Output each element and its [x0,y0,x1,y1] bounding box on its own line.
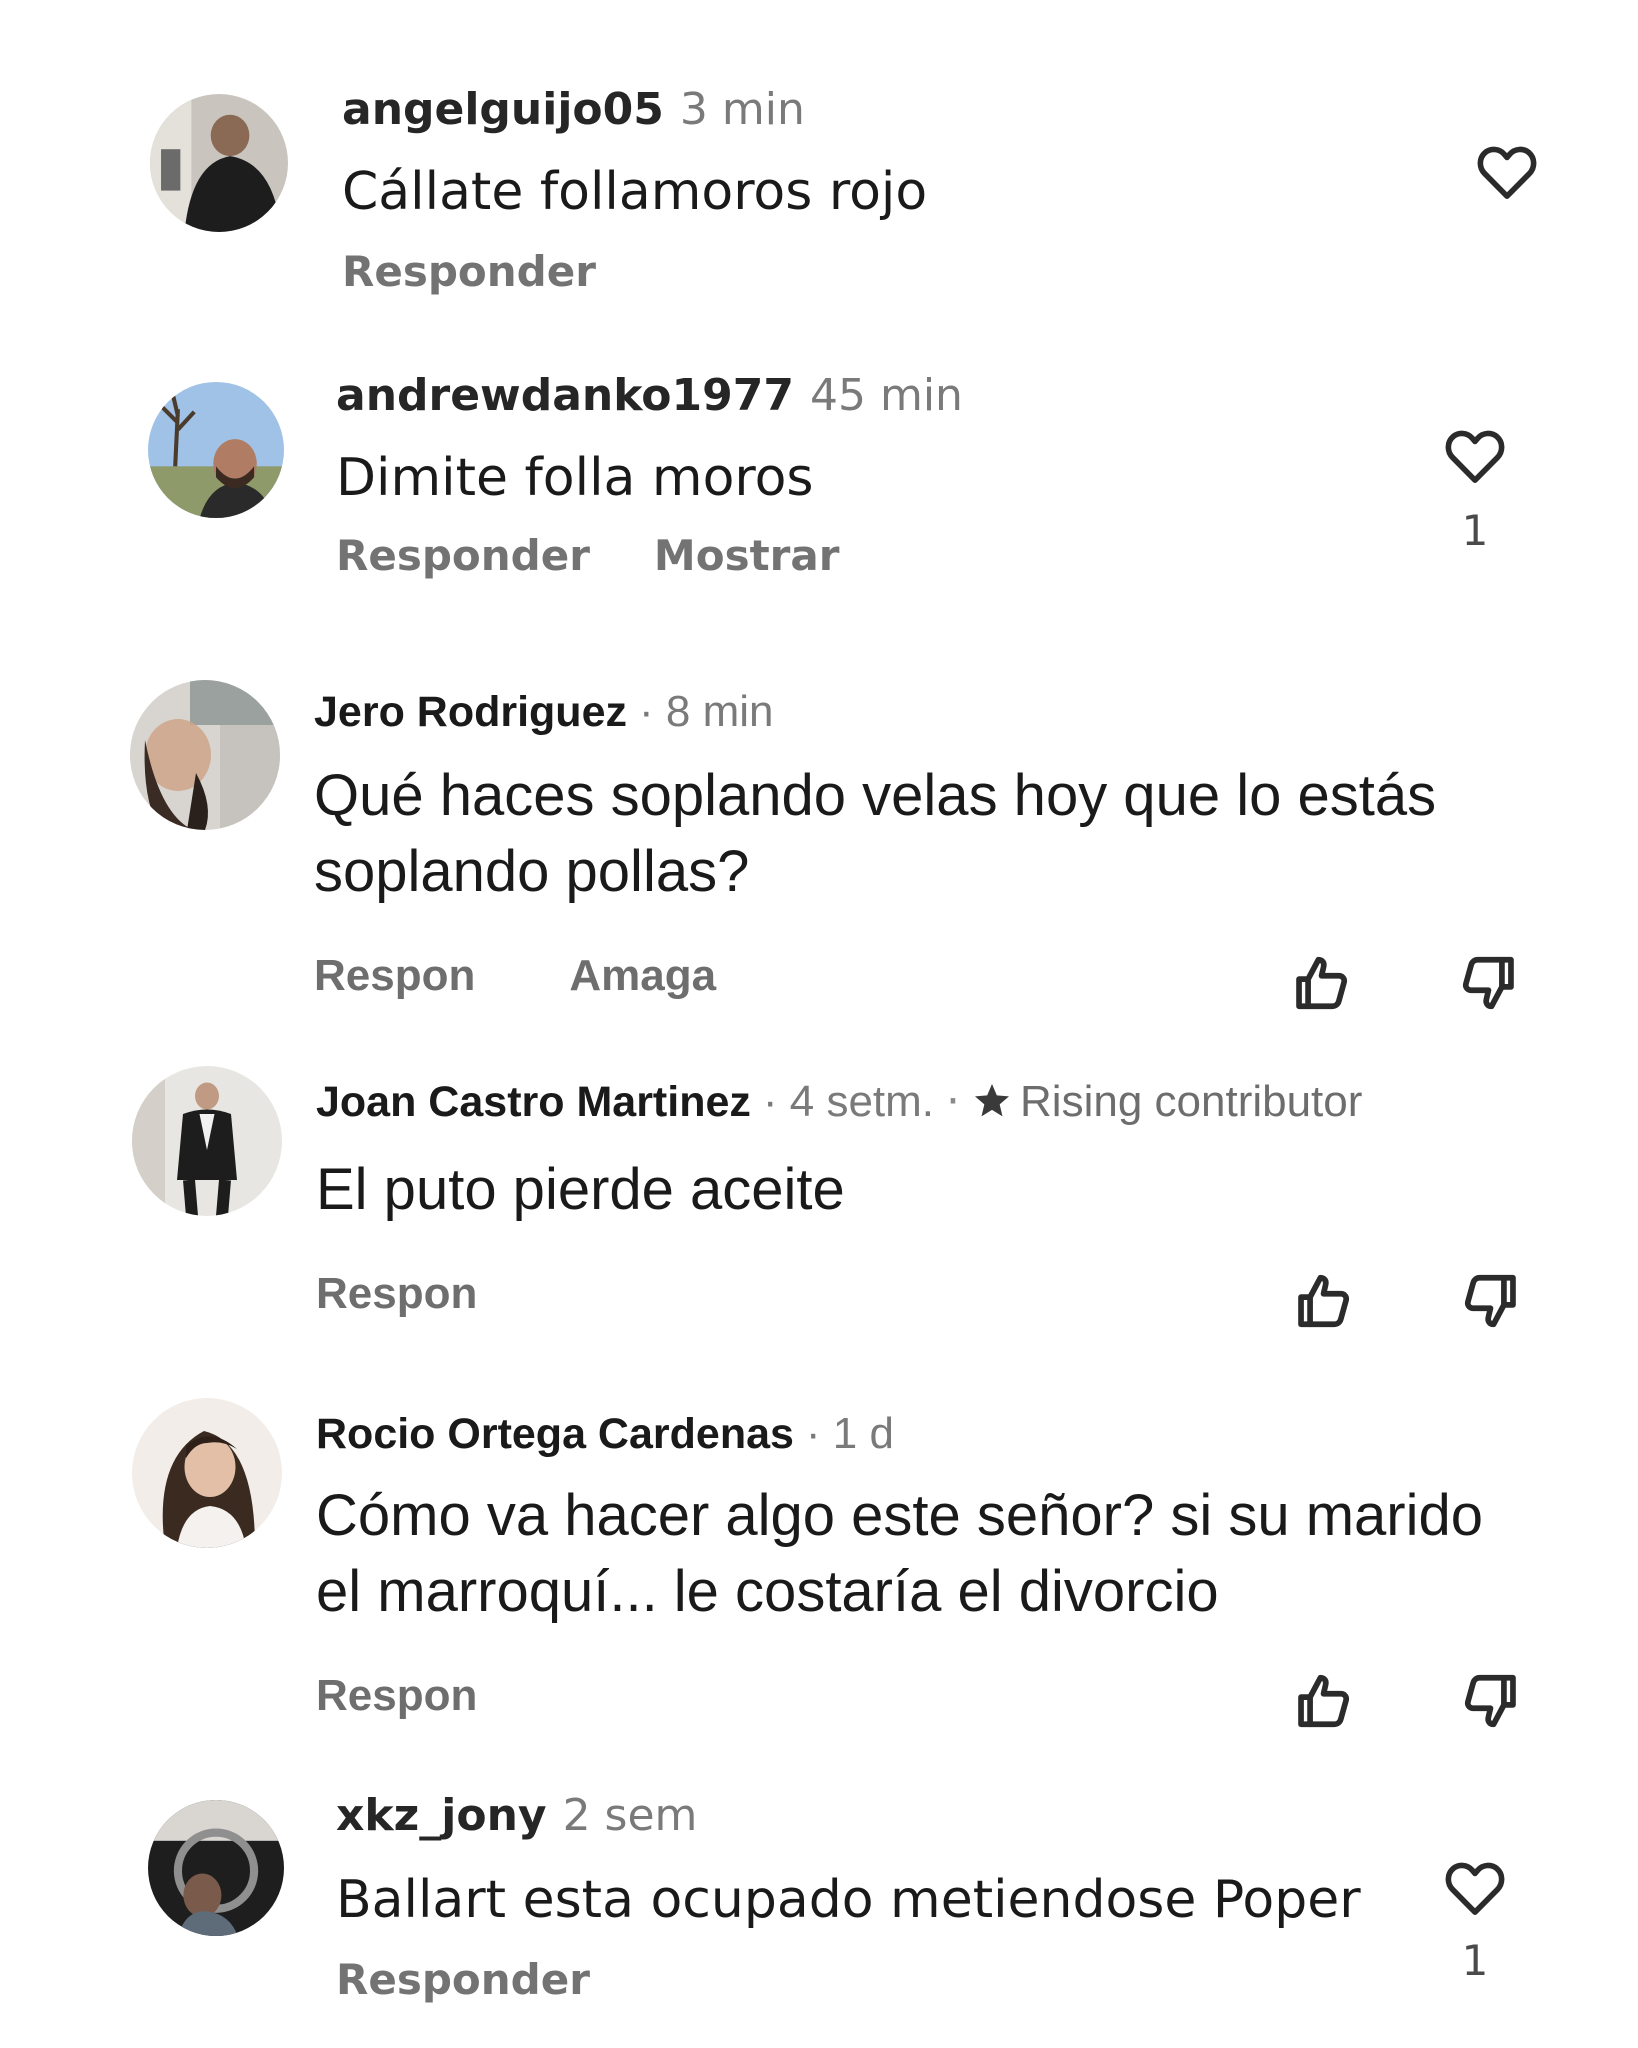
badge-label: Rising contributor [1020,1077,1363,1126]
thumbs-down-icon[interactable] [1460,1270,1522,1332]
heart-outline-icon[interactable] [1476,144,1538,200]
username[interactable]: Rocio Ortega Cardenas [316,1410,794,1458]
reply-button[interactable]: Responder [336,531,590,580]
avatar[interactable] [148,382,284,518]
heart-outline-icon[interactable] [1444,1860,1506,1916]
comment-text: Cómo va hacer algo este señor? si su mar… [316,1478,1483,1630]
timestamp: 45 min [809,370,963,421]
heart-outline-icon[interactable] [1444,428,1506,484]
comment-text: Ballart esta ocupado metiendose Poper [336,1862,1361,1938]
username[interactable]: Joan Castro Martinez [316,1078,751,1126]
comment-actions: Responder Mostrar [336,530,839,582]
comment-actions: Respon [316,1670,477,1722]
avatar[interactable] [132,1066,282,1216]
comment-header: Jero Rodriguez · 8 min [314,686,773,738]
reply-button[interactable]: Responder [336,1955,590,2004]
like-count: 1 [1461,1936,1489,1985]
comment-header: angelguijo05 3 min [342,84,805,136]
reply-button[interactable]: Respon [314,951,475,1000]
username[interactable]: xkz_jony [336,1790,547,1841]
comment-text-line: soplando pollas? [314,839,750,904]
comment-text-line: Ballart esta ocupado metiendose Poper [336,1870,1361,1930]
username[interactable]: angelguijo05 [342,84,664,135]
comment-actions: Respon Amaga [314,950,716,1002]
comment-actions: Responder [336,1954,590,2006]
thumbs-up-icon[interactable] [1292,1670,1354,1732]
avatar[interactable] [130,680,280,830]
comment-actions: Responder [342,246,596,298]
reply-button[interactable]: Respon [316,1269,477,1318]
thumbs-up-icon[interactable] [1290,952,1352,1014]
comment-actions: Respon [316,1268,477,1320]
comment-text: Cállate follamoros rojo [342,154,927,230]
avatar[interactable] [132,1398,282,1548]
thumbs-down-icon[interactable] [1458,952,1520,1014]
show-button[interactable]: Mostrar [654,531,840,580]
hide-button[interactable]: Amaga [569,951,716,1000]
comment-text: Qué haces soplando velas hoy que lo está… [314,758,1436,910]
timestamp: · 4 setm. [762,1077,935,1126]
comment-text-line: el marroquí... le costaría el divorcio [316,1559,1219,1624]
comment-text: Dimite folla moros [336,440,814,516]
timestamp: 2 sem [562,1790,698,1841]
thumbs-down-icon[interactable] [1460,1670,1522,1732]
comment-header: xkz_jony 2 sem [336,1790,697,1842]
comment-text-line: El puto pierde aceite [316,1157,845,1222]
username[interactable]: andrewdanko1977 [336,370,794,421]
reply-button[interactable]: Respon [316,1671,477,1720]
like-count: 1 [1461,506,1489,555]
comment-text-line: Qué haces soplando velas hoy que lo está… [314,763,1437,828]
reply-button[interactable]: Responder [342,247,596,296]
avatar[interactable] [148,1800,284,1936]
timestamp: 3 min [679,84,805,135]
avatar[interactable] [150,94,288,232]
separator: · [946,1076,961,1127]
comment-text-line: Dimite folla moros [336,448,814,508]
comment-header: andrewdanko1977 45 min [336,370,963,422]
comment-text-line: Cállate follamoros rojo [342,162,928,222]
comment-header: Joan Castro Martinez · 4 setm. · Rising con… [316,1076,1362,1128]
star-icon [975,1084,1010,1117]
timestamp: · 1 d [805,1409,894,1458]
timestamp: · 8 min [639,687,774,736]
comment-text-line: Cómo va hacer algo este señor? si su mar… [316,1483,1484,1548]
thumbs-up-icon[interactable] [1292,1270,1354,1332]
username[interactable]: Jero Rodriguez [314,688,627,736]
comment-text: El puto pierde aceite [316,1152,845,1228]
comment-header: Rocio Ortega Cardenas · 1 d [316,1408,894,1460]
contributor-badge: Rising contributor [972,1077,1362,1126]
